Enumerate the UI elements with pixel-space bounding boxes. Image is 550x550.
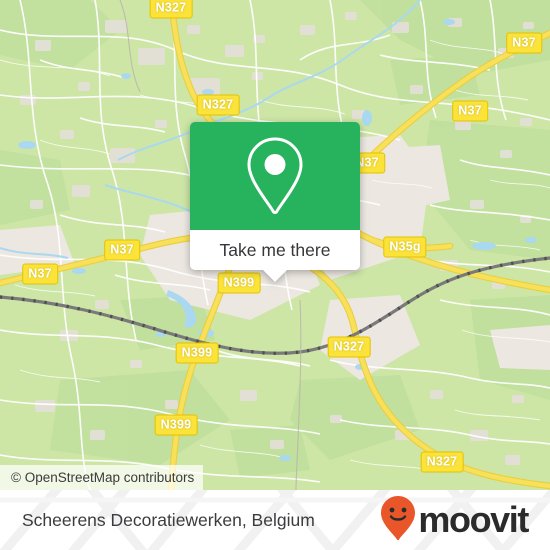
popup-tail-pointer	[262, 269, 288, 282]
moovit-map-screenshot: N327 N37 N327 N37 N37 N37 N35g N37 N399 …	[0, 0, 550, 550]
road-shield: N37	[22, 263, 58, 285]
take-me-there-label: Take me there	[219, 239, 331, 260]
osm-attribution-text: © OpenStreetMap contributors	[11, 470, 195, 485]
footer-bar: Scheerens Decoratiewerken, Belgium moovi…	[0, 490, 550, 550]
moovit-logo[interactable]: moovit	[380, 495, 529, 546]
road-shield: N399	[175, 342, 219, 364]
road-shield: N37	[506, 32, 542, 54]
page-title: Scheerens Decoratiewerken, Belgium	[22, 509, 315, 530]
road-shield: N327	[420, 451, 464, 473]
road-shield: N399	[154, 414, 198, 436]
moovit-wordmark: moovit	[418, 499, 529, 540]
map-canvas[interactable]: N327 N37 N327 N37 N37 N37 N35g N37 N399 …	[0, 0, 550, 490]
road-shield: N327	[327, 336, 371, 358]
osm-attribution[interactable]: © OpenStreetMap contributors	[0, 465, 204, 490]
road-shield: N327	[149, 0, 193, 19]
road-shield: N37	[104, 239, 140, 261]
road-shield: N37	[452, 100, 488, 122]
map-pin-icon	[242, 135, 308, 217]
road-shield: N399	[217, 272, 261, 294]
moovit-smiley-pin-icon	[380, 495, 416, 546]
road-shield: N35g	[383, 236, 427, 258]
take-me-there-button[interactable]: Take me there	[190, 230, 360, 270]
footer-content: Scheerens Decoratiewerken, Belgium moovi…	[0, 490, 550, 550]
popup-pin-panel[interactable]	[190, 122, 360, 230]
road-shield: N327	[196, 94, 240, 116]
take-me-there-popup[interactable]: Take me there	[190, 122, 360, 282]
